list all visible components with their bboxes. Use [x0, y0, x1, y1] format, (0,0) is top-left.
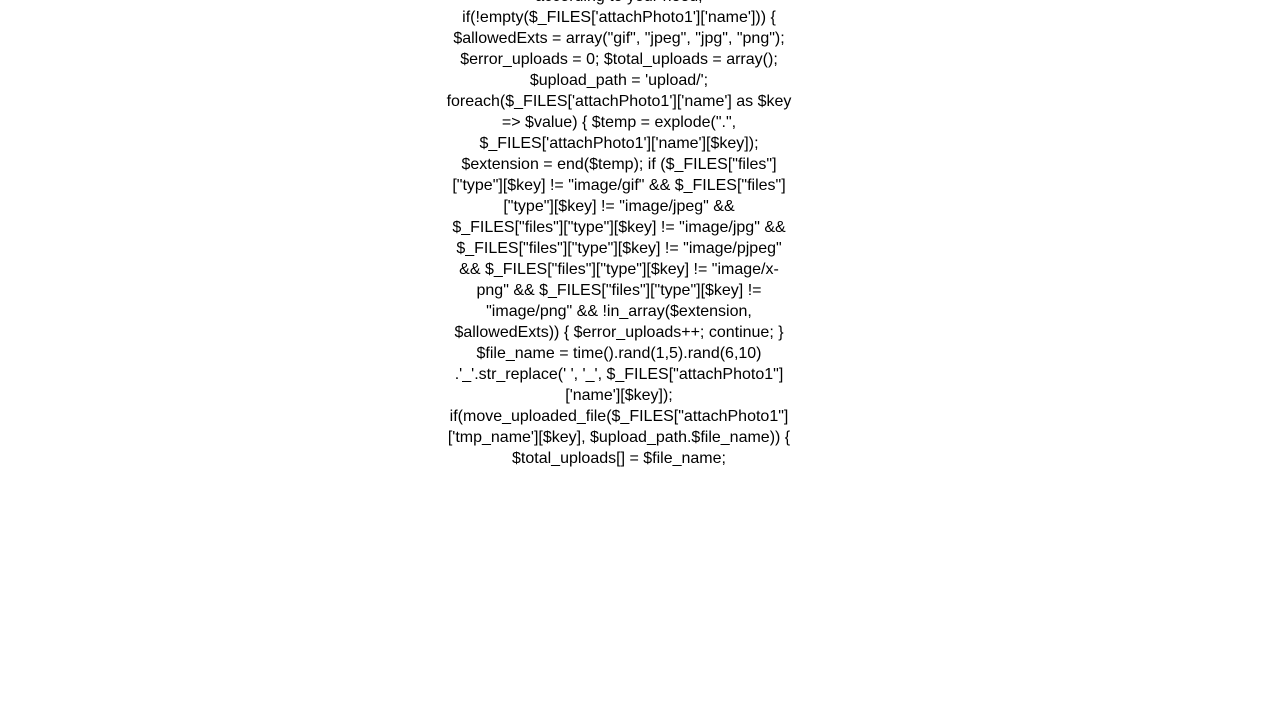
php-code-snippet: according to your need; if(!empty($_FILE… [446, 0, 792, 469]
page: according to your need; if(!empty($_FILE… [0, 0, 1280, 720]
